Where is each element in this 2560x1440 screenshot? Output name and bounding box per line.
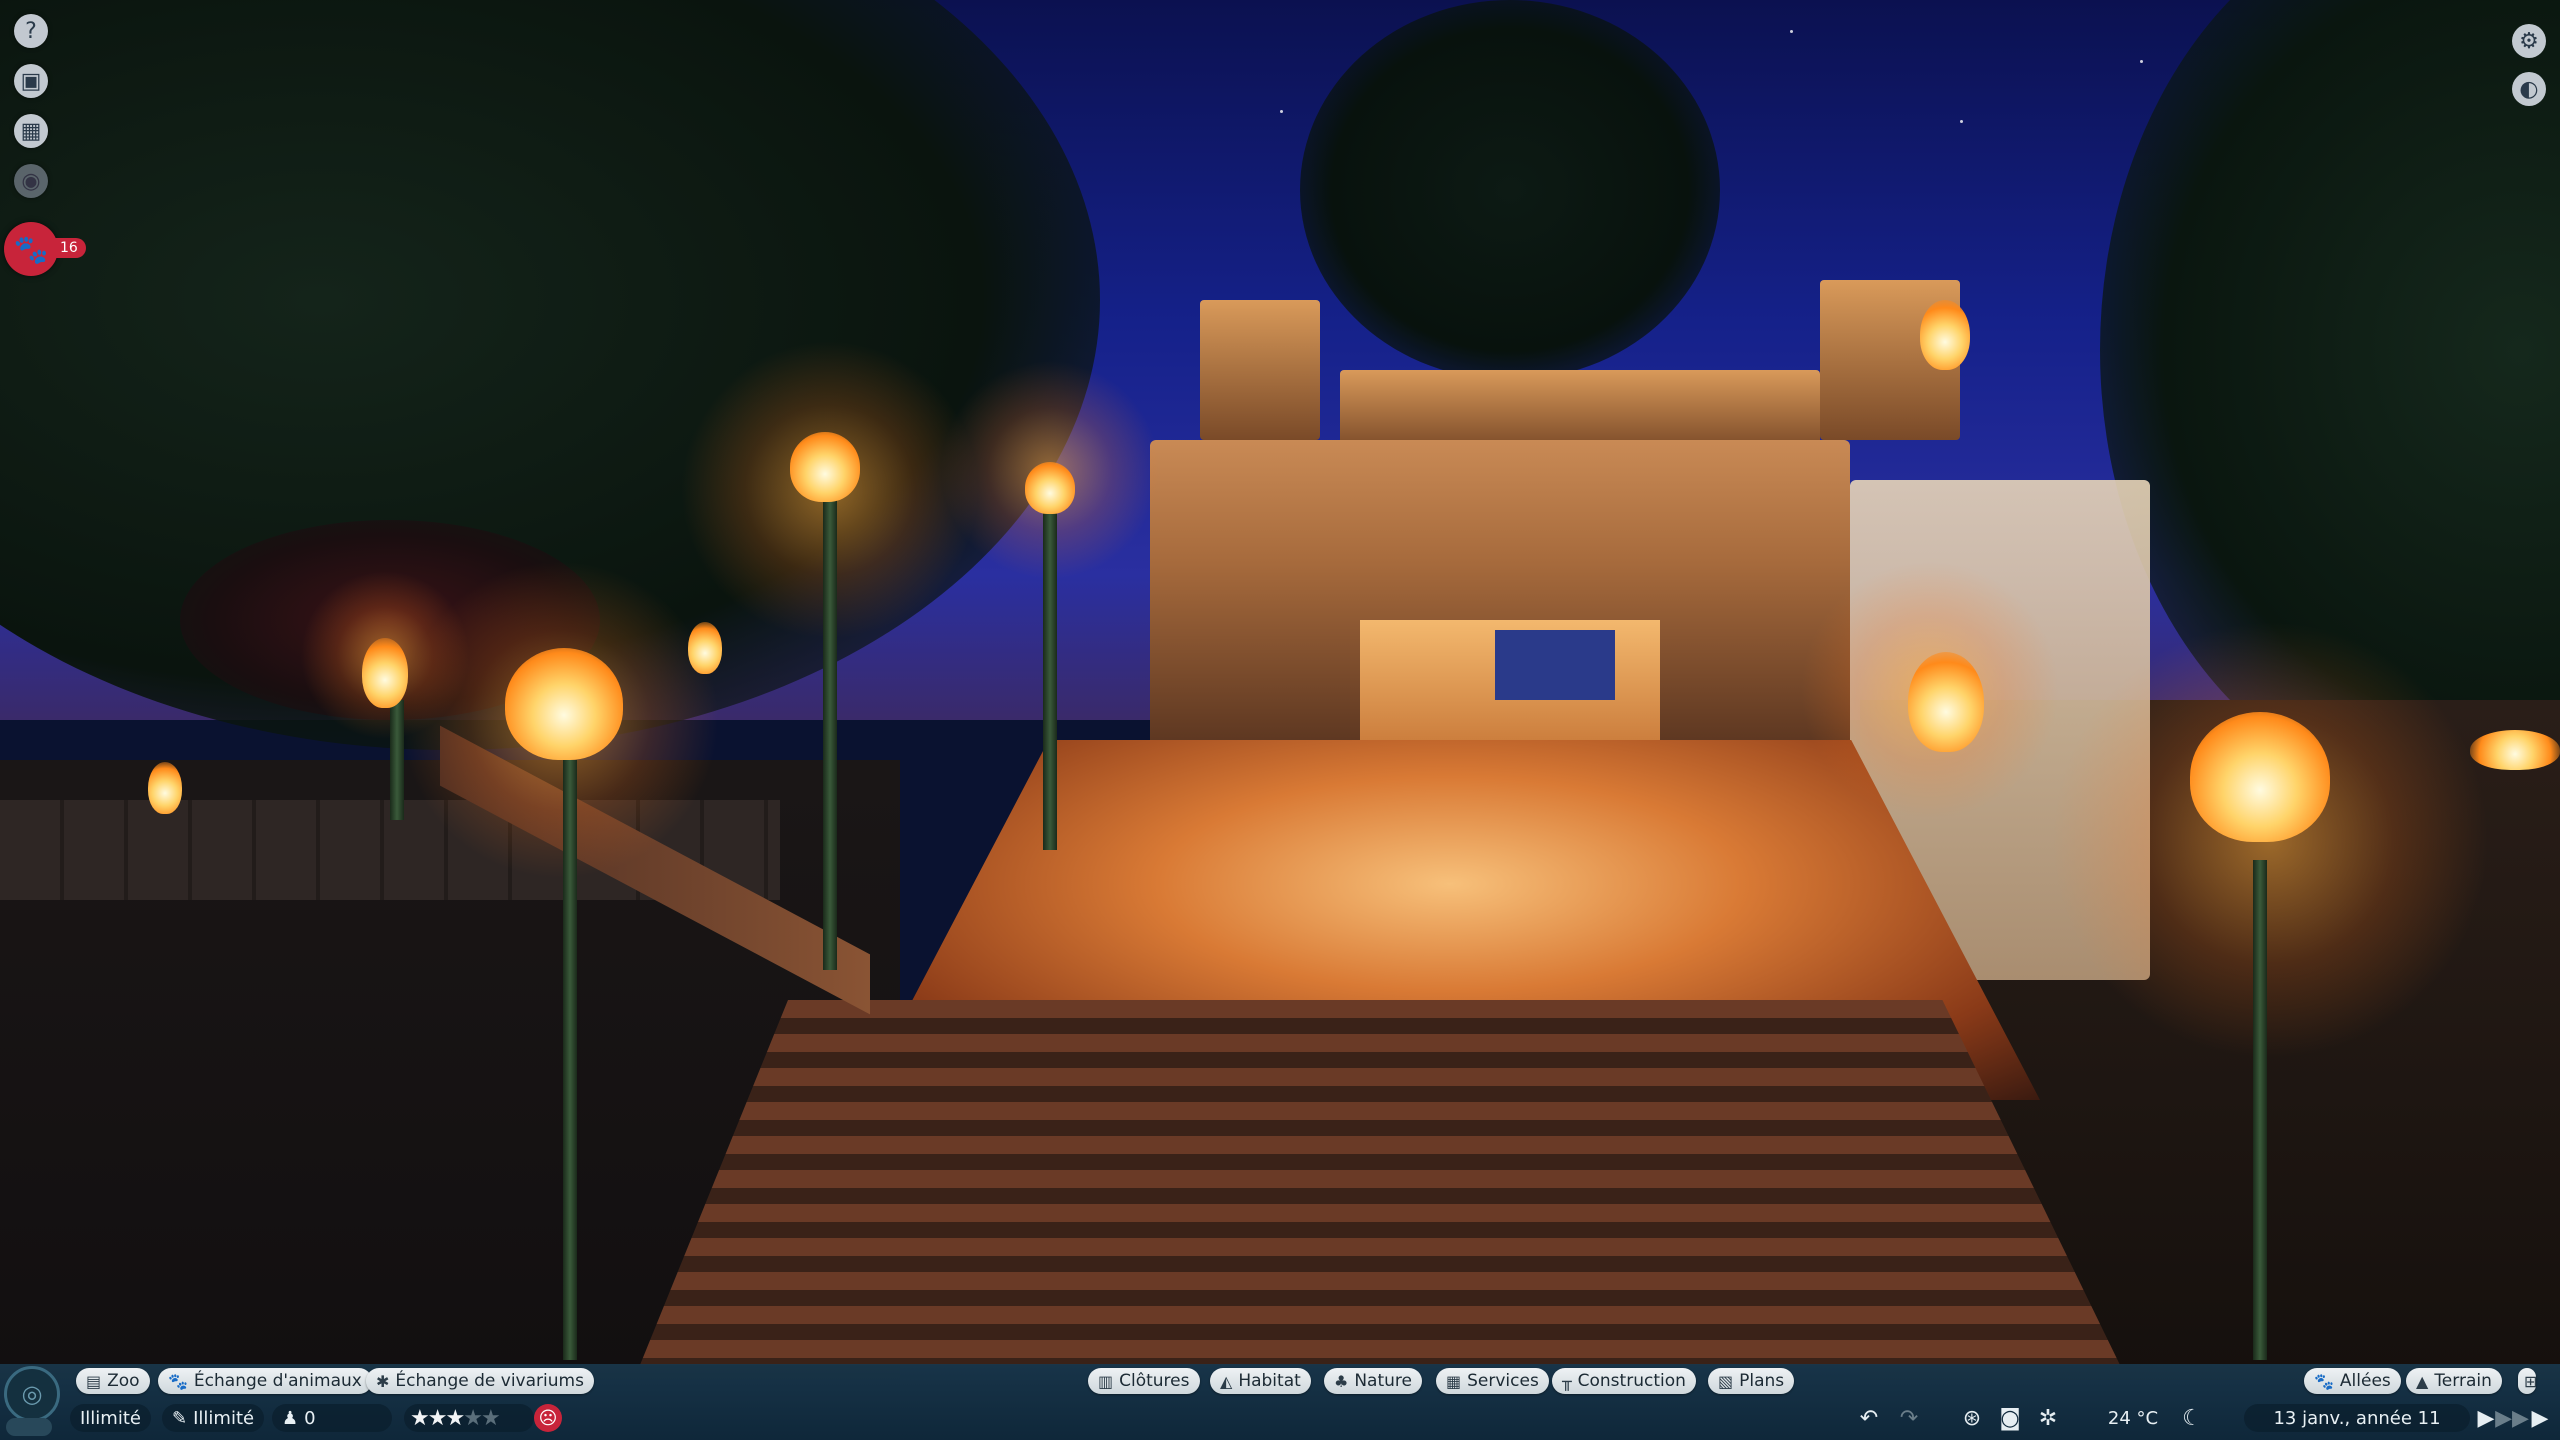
torch-flame <box>2190 712 2330 842</box>
tab-vivarium-exchange[interactable]: ✱ Échange de vivariums <box>366 1368 594 1394</box>
torch-flame <box>1025 462 1075 514</box>
money-value: Illimité <box>80 1407 141 1429</box>
tab-label: Clôtures <box>1119 1371 1190 1391</box>
tab-label: Zoo <box>107 1371 140 1391</box>
guest-card-icon[interactable]: ▣ <box>14 64 48 98</box>
paw-icon: 🐾 <box>13 232 49 266</box>
gate-opening <box>1495 630 1615 700</box>
torch-flame <box>790 432 860 502</box>
fence-icon: ▥ <box>1098 1371 1114 1391</box>
star <box>2140 60 2143 63</box>
blueprint-icon: ▧ <box>1718 1371 1734 1391</box>
temple-roof <box>1340 370 1820 450</box>
torch-flame <box>2470 730 2560 770</box>
habitat-icon: ◭ <box>1220 1371 1233 1391</box>
star-icon: ★ <box>410 1405 430 1431</box>
moon-night-icon[interactable]: ☾ <box>2176 1404 2208 1432</box>
animals-button[interactable]: 🐾 <box>4 222 58 276</box>
star-icon: ★ <box>463 1405 483 1431</box>
temperature-display: 24 °C <box>2107 1407 2159 1429</box>
zoo-menu-button[interactable]: ◎ <box>4 1366 60 1422</box>
guest-count: 0 <box>304 1407 316 1429</box>
view-eye-icon[interactable]: ◉ <box>14 164 48 198</box>
stone-stairs <box>640 1000 2120 1365</box>
star-icon: ★ <box>480 1405 501 1431</box>
zoo-rating-stars[interactable]: ★ ★ ★ ★ ★ <box>404 1404 534 1432</box>
torch-pole <box>563 760 577 1360</box>
construction-icon: ╥ <box>1562 1371 1572 1391</box>
settings-gear-icon[interactable]: ⚙ <box>2512 24 2546 58</box>
star-icon: ★ <box>445 1405 465 1431</box>
redo-icon[interactable]: ↷ <box>1892 1404 1926 1432</box>
money-display[interactable]: Illimité <box>70 1404 151 1432</box>
tab-nature[interactable]: ♣ Nature <box>1324 1368 1422 1394</box>
calendar-icon[interactable]: ▦ <box>14 114 48 148</box>
tab-construction[interactable]: ╥ Construction <box>1552 1368 1696 1394</box>
tab-animal-exchange[interactable]: 🐾 Échange d'animaux <box>158 1368 372 1394</box>
star <box>1790 30 1793 33</box>
torch-flame <box>1920 300 1970 370</box>
date-display: 13 janv., année 11 <box>2244 1404 2470 1432</box>
guest-count-display[interactable]: ♟ 0 <box>272 1404 392 1432</box>
tab-label: Terrain <box>2434 1371 2492 1391</box>
animal-exchange-icon: 🐾 <box>168 1371 188 1391</box>
torch-flame <box>148 762 182 814</box>
zoo-icon: ▤ <box>86 1371 102 1391</box>
zoo-view-icon[interactable]: ⊛ <box>1956 1404 1988 1432</box>
guests-icon: ♟ <box>282 1407 299 1429</box>
torch-pole <box>390 700 404 820</box>
research-icon: ✎ <box>172 1407 188 1429</box>
tab-fences[interactable]: ▥ Clôtures <box>1088 1368 1200 1394</box>
torch-flame <box>362 638 408 708</box>
fast-forward-icon[interactable]: ▶▶ <box>2495 1404 2529 1432</box>
expand-menu-button[interactable]: ⊞ <box>2518 1368 2538 1394</box>
game-viewport[interactable] <box>0 0 2560 1440</box>
tab-label: Construction <box>1577 1371 1686 1391</box>
temple-tower <box>1200 300 1320 440</box>
tab-habitat[interactable]: ◭ Habitat <box>1210 1368 1311 1394</box>
tab-services[interactable]: ▦ Services <box>1436 1368 1549 1394</box>
torch-pole <box>1043 510 1057 850</box>
research-value: Illimité <box>193 1407 255 1429</box>
zoo-logo-icon: ◎ <box>21 1380 43 1408</box>
unhappy-face-icon[interactable]: ☹ <box>534 1404 562 1432</box>
star <box>1280 110 1283 113</box>
palm-tree <box>1300 0 1720 380</box>
weather-icon[interactable]: ✲ <box>2032 1404 2064 1432</box>
torch-flame <box>1908 652 1984 752</box>
tab-label: Échange de vivariums <box>395 1371 584 1391</box>
star-icon: ★ <box>427 1405 448 1431</box>
animal-count-badge: 16 <box>54 238 86 258</box>
tab-paths[interactable]: 🐾 Allées <box>2304 1368 2401 1394</box>
tree-icon: ♣ <box>1334 1371 1349 1391</box>
torch-pole <box>823 500 837 970</box>
shop-icon: ▦ <box>1446 1371 1462 1391</box>
vivarium-exchange-icon: ✱ <box>376 1371 390 1391</box>
tab-terrain[interactable]: ▲ Terrain <box>2406 1368 2502 1394</box>
tab-zoo[interactable]: ▤ Zoo <box>76 1368 150 1394</box>
research-display[interactable]: ✎ Illimité <box>162 1404 265 1432</box>
fastest-icon[interactable]: ▶ <box>2528 1404 2552 1432</box>
camera-view-icon[interactable]: ◐ <box>2512 72 2546 106</box>
tab-label: Allées <box>2339 1371 2391 1391</box>
tab-plans[interactable]: ▧ Plans <box>1708 1368 1795 1394</box>
expand-icon: ⊞ <box>2524 1371 2538 1391</box>
torch-flame <box>688 622 722 674</box>
tab-label: Plans <box>1739 1371 1785 1391</box>
star <box>1960 120 1963 123</box>
tab-label: Habitat <box>1238 1371 1301 1391</box>
camera-icon[interactable]: ◙ <box>1994 1404 2026 1432</box>
tab-label: Nature <box>1354 1371 1412 1391</box>
undo-icon[interactable]: ↶ <box>1852 1404 1886 1432</box>
torch-pole <box>2253 860 2267 1360</box>
terrain-icon: ▲ <box>2416 1371 2429 1391</box>
hud-toggle[interactable] <box>6 1418 52 1436</box>
tab-label: Services <box>1467 1371 1539 1391</box>
torch-flame <box>505 648 623 760</box>
tab-label: Échange d'animaux <box>193 1371 362 1391</box>
path-icon: 🐾 <box>2314 1371 2334 1391</box>
help-icon[interactable]: ? <box>14 14 48 48</box>
